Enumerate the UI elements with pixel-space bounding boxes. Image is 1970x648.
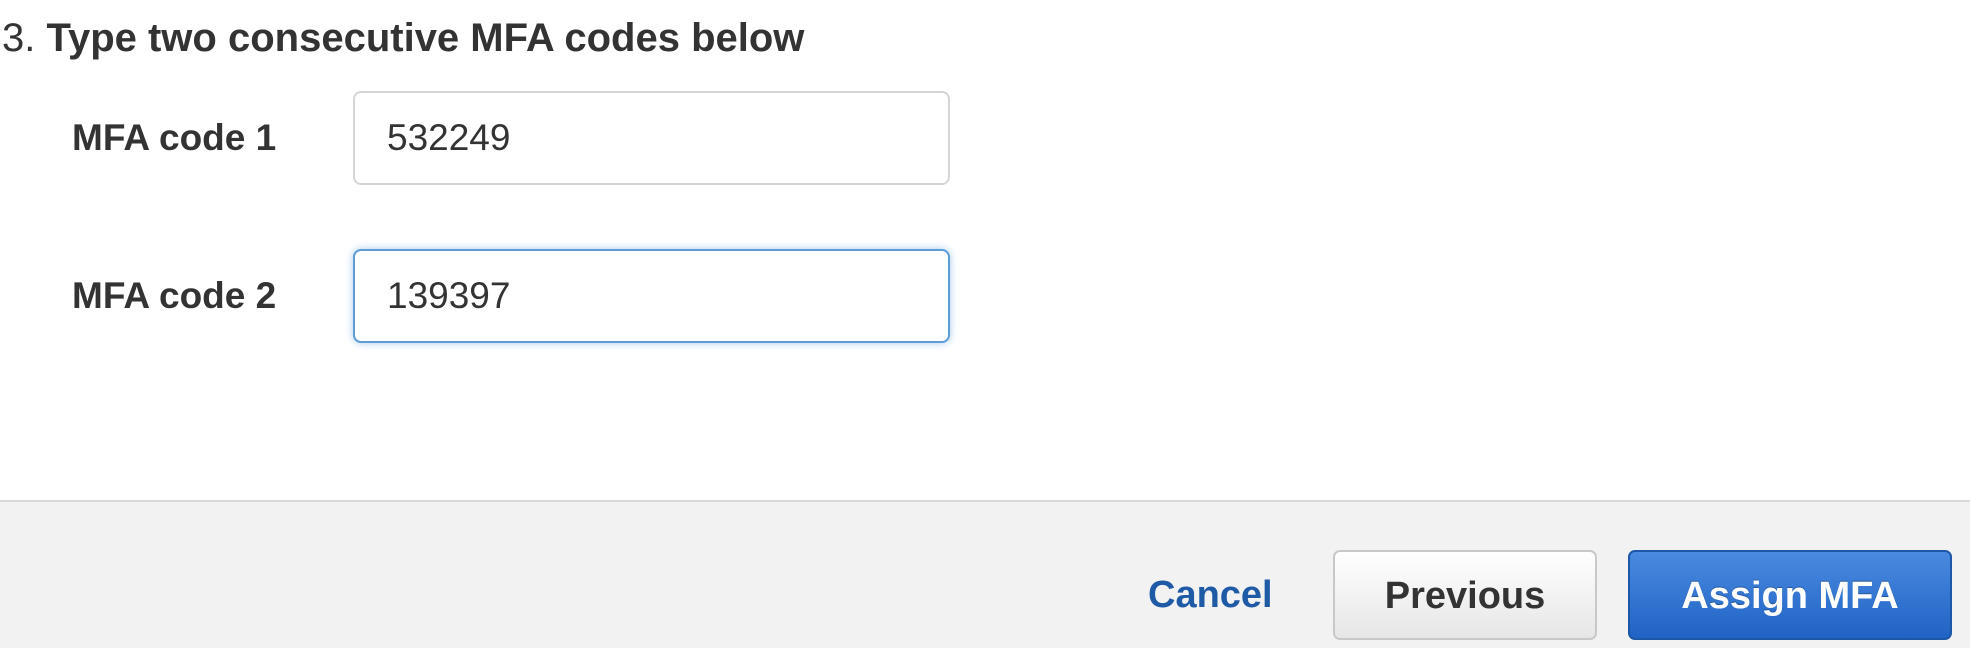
dialog-footer: Cancel Previous Assign MFA [0, 500, 1970, 648]
step-heading: 3. Type two consecutive MFA codes below [2, 10, 804, 66]
mfa-code-1-row: MFA code 1 [0, 91, 1970, 185]
mfa-code-2-input[interactable] [353, 249, 950, 343]
assign-mfa-button[interactable]: Assign MFA [1628, 550, 1952, 640]
step-title: Type two consecutive MFA codes below [46, 16, 805, 60]
mfa-code-1-input[interactable] [353, 91, 950, 185]
previous-button[interactable]: Previous [1333, 550, 1597, 640]
cancel-link[interactable]: Cancel [1148, 550, 1273, 640]
mfa-code-2-row: MFA code 2 [0, 249, 1970, 343]
assign-mfa-dialog: 3. Type two consecutive MFA codes below … [0, 0, 1970, 648]
mfa-code-2-label: MFA code 2 [72, 275, 277, 316]
step-number: 3. [2, 16, 36, 60]
mfa-code-1-label: MFA code 1 [72, 117, 277, 158]
